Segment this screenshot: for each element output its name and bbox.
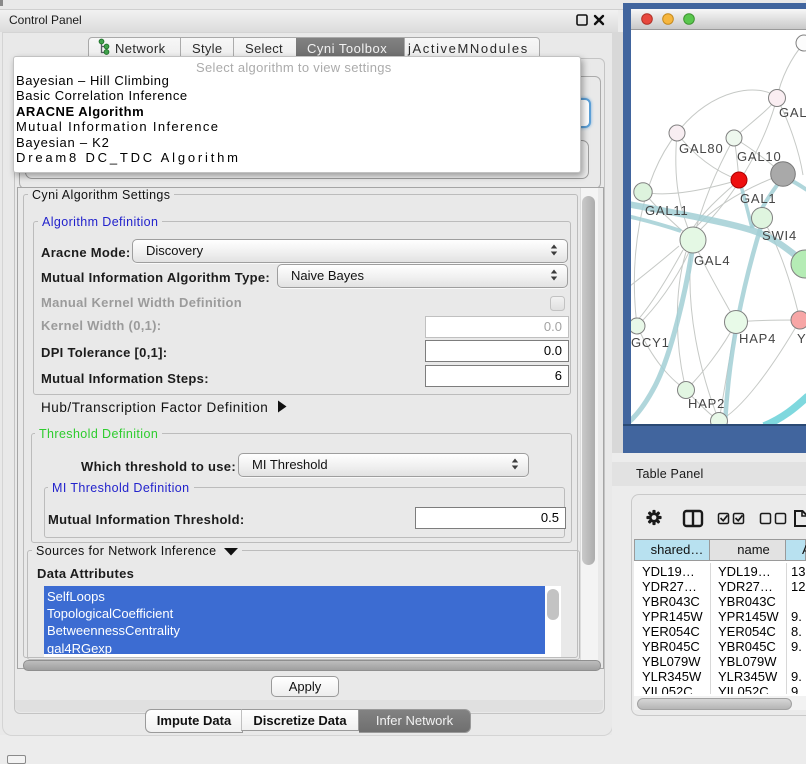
- svg-text:GAL80: GAL80: [679, 141, 723, 156]
- svg-text:SWI4: SWI4: [762, 228, 797, 243]
- svg-text:GAL10: GAL10: [737, 149, 781, 164]
- svg-text:GAL11: GAL11: [645, 203, 689, 218]
- svg-text:Y: Y: [797, 331, 806, 346]
- svg-text:GAL: GAL: [779, 105, 806, 120]
- svg-text:GCY1: GCY1: [631, 335, 670, 350]
- svg-text:HAP4: HAP4: [739, 331, 776, 346]
- svg-text:GAL1: GAL1: [740, 191, 776, 206]
- svg-text:HAP2: HAP2: [688, 396, 725, 411]
- svg-text:GAL4: GAL4: [694, 253, 730, 268]
